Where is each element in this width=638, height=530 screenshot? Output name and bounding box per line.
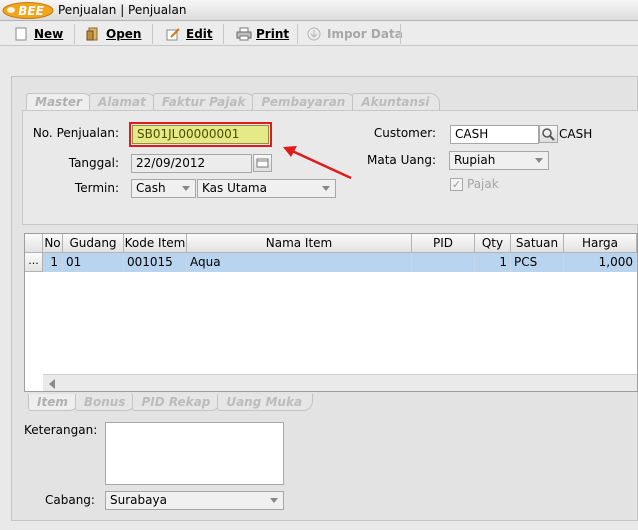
printer-icon [236, 27, 252, 41]
customer-search-button[interactable] [539, 125, 558, 143]
mata-uang-label: Mata Uang: [367, 153, 436, 167]
pajak-checkbox[interactable]: ✓ [450, 178, 463, 191]
print-button[interactable]: Print [236, 25, 289, 43]
svg-text:BEE: BEE [18, 4, 44, 18]
open-folder-icon [86, 27, 100, 41]
toolbar-separator [297, 24, 298, 44]
open-button[interactable]: Open [86, 25, 141, 43]
tab-master[interactable]: Master [26, 93, 93, 110]
edit-button[interactable]: Edit [166, 25, 213, 43]
column-header-no[interactable]: No [43, 234, 63, 253]
new-button[interactable]: New [14, 25, 63, 43]
import-icon [307, 27, 321, 41]
cell-nama-item[interactable]: Aqua [187, 253, 412, 272]
cell-gudang[interactable]: 01 [63, 253, 124, 272]
tanggal-field[interactable]: 22/09/2012 [131, 154, 252, 173]
tanggal-label: Tanggal: [68, 156, 119, 170]
chevron-down-icon [322, 186, 330, 191]
cell-qty[interactable]: 1 [475, 253, 511, 272]
calendar-icon [256, 158, 269, 168]
toolbar-separator [400, 24, 401, 44]
highlight-box [129, 122, 272, 147]
toolbar: New Open Edit Print Impor Data [0, 22, 638, 46]
search-icon [542, 128, 555, 141]
chevron-down-icon [535, 158, 543, 163]
tab-bonus[interactable]: Bonus [74, 394, 137, 411]
column-header-gudang[interactable]: Gudang [63, 234, 124, 253]
column-header-satuan[interactable]: Satuan [511, 234, 564, 253]
row-selector[interactable]: ... [25, 253, 43, 272]
keterangan-field[interactable] [105, 422, 284, 485]
toolbar-separator [74, 24, 75, 44]
cell-no[interactable]: 1 [43, 253, 63, 272]
import-data-button[interactable]: Impor Data [307, 25, 403, 43]
tab-item[interactable]: Item [28, 394, 79, 411]
horizontal-scrollbar[interactable] [43, 374, 637, 391]
toolbar-separator [223, 24, 224, 44]
tab-alamat[interactable]: Alamat [88, 93, 157, 110]
cell-kode-item[interactable]: 001015 [124, 253, 187, 272]
customer-field[interactable]: CASH [450, 125, 539, 144]
tab-pid-rekap[interactable]: PID Rekap [132, 394, 222, 411]
termin-select[interactable]: Cash [131, 179, 196, 198]
tab-pembayaran[interactable]: Pembayaran [252, 93, 357, 110]
cabang-select[interactable]: Surabaya [105, 491, 284, 510]
column-header-kode-item[interactable]: Kode Item [124, 234, 187, 253]
window-title: Penjualan | Penjualan [58, 3, 187, 17]
tab-uang-muka[interactable]: Uang Muka [217, 394, 314, 411]
grid-corner [25, 374, 43, 391]
column-header-harga[interactable]: Harga [564, 234, 637, 253]
tabs-bottom: Item Bonus PID Rekap Uang Muka [28, 394, 314, 412]
grid-corner-header [25, 234, 43, 253]
column-header-pid[interactable]: PID [412, 234, 475, 253]
bee-logo: BEE [2, 2, 54, 19]
scroll-left-icon[interactable] [49, 379, 55, 389]
toolbar-separator [152, 24, 153, 44]
cabang-label: Cabang: [45, 493, 95, 507]
mata-uang-select[interactable]: Rupiah [449, 151, 549, 170]
cell-pid[interactable] [412, 253, 475, 272]
chevron-down-icon [182, 186, 190, 191]
tabs-top: Master Alamat Faktur Pajak Pembayaran Ak… [26, 93, 441, 111]
cell-harga[interactable]: 1,000 [564, 253, 637, 272]
title-bar: BEE Penjualan | Penjualan [0, 0, 638, 21]
items-grid: No Gudang Kode Item Nama Item PID Qty Sa… [24, 233, 638, 392]
pajak-label: Pajak [467, 177, 499, 191]
customer-label: Customer: [373, 126, 436, 140]
keterangan-label: Keterangan: [24, 423, 98, 437]
cell-satuan[interactable]: PCS [511, 253, 564, 272]
date-picker-button[interactable] [253, 154, 272, 172]
tab-faktur-pajak[interactable]: Faktur Pajak [152, 93, 257, 110]
termin-label: Termin: [74, 181, 119, 195]
annotation-arrow [283, 146, 352, 180]
customer-name: CASH [559, 127, 593, 141]
chevron-down-icon [270, 498, 278, 503]
no-penjualan-label: No. Penjualan: [32, 126, 119, 140]
column-header-qty[interactable]: Qty [475, 234, 511, 253]
column-header-nama-item[interactable]: Nama Item [187, 234, 412, 253]
new-document-icon [14, 27, 28, 41]
tab-akuntansi[interactable]: Akuntansi [352, 93, 441, 110]
edit-pencil-icon [166, 27, 180, 41]
